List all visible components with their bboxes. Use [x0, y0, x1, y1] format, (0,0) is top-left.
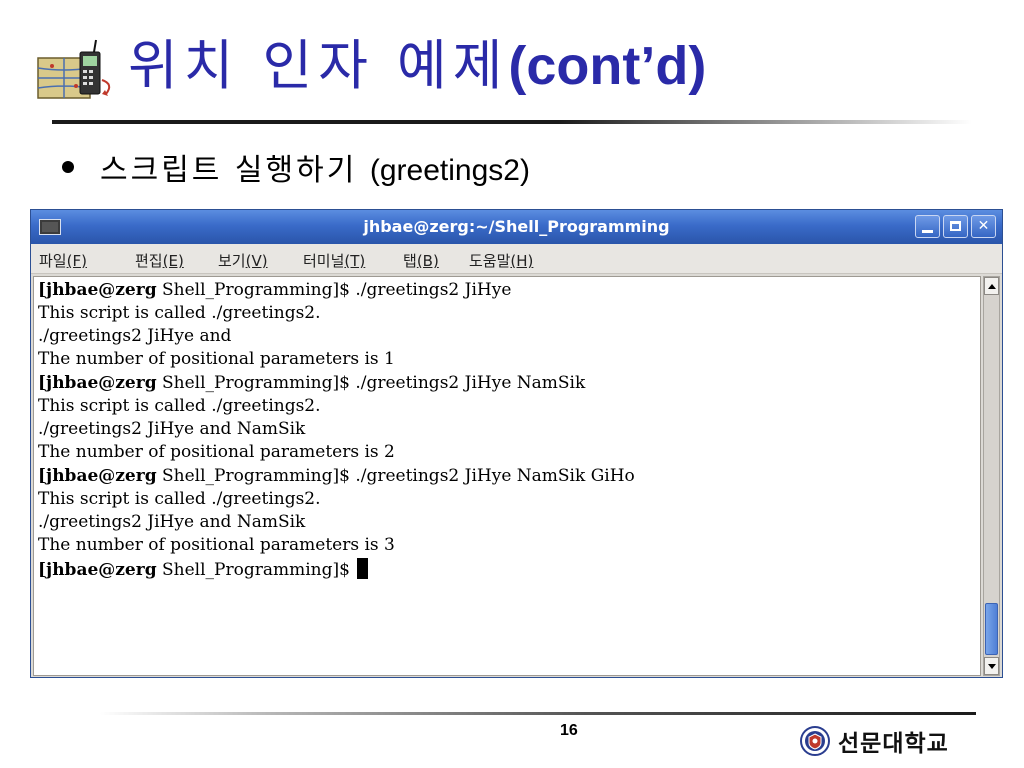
menu-help-mnemonic: (H) — [510, 252, 534, 270]
arrow-down-icon — [988, 664, 996, 669]
menu-help[interactable]: 도움말(H) — [469, 250, 533, 271]
prompt-command: Shell_Programming]$ ./greetings2 JiHye N… — [156, 373, 586, 393]
prompt-host: [jhbae@zerg — [38, 466, 157, 486]
menu-terminal-mnemonic: (T) — [344, 252, 366, 270]
bullet-dot-icon — [62, 161, 74, 173]
phone-network-icon — [37, 39, 111, 99]
close-icon: ✕ — [977, 218, 990, 234]
terminal-line: [jhbae@zerg Shell_Programming]$ ./greeti… — [38, 279, 511, 301]
menu-edit-mnemonic: (E) — [162, 252, 184, 270]
terminal-line: This script is called ./greetings2. — [38, 489, 321, 509]
terminal-line: ./greetings2 JiHye and — [38, 326, 232, 346]
bullet-text-english: (greetings2) — [369, 154, 530, 187]
terminal-line: ./greetings2 JiHye and NamSik — [38, 419, 306, 439]
maximize-icon — [950, 221, 961, 231]
menu-terminal[interactable]: 터미널(T) — [303, 250, 365, 271]
close-button[interactable]: ✕ — [971, 215, 996, 238]
terminal-line: The number of positional parameters is 1 — [38, 349, 395, 369]
terminal-window: jhbae@zerg:~/Shell_Programming ✕ 파일(F) 편… — [30, 209, 1003, 678]
menu-tabs-label: 탭 — [403, 252, 417, 270]
slide-title-english: (cont’d) — [508, 36, 707, 96]
terminal-line: The number of positional parameters is 2 — [38, 442, 395, 462]
university-name: 선문대학교 — [838, 731, 949, 757]
terminal-line: [jhbae@zerg Shell_Programming]$ — [38, 558, 369, 581]
menu-file[interactable]: 파일(F) — [39, 250, 87, 271]
prompt-command: Shell_Programming]$ ./greetings2 JiHye — [156, 280, 512, 300]
minimize-icon — [922, 230, 933, 233]
footer-divider — [100, 712, 976, 715]
menu-tabs[interactable]: 탭(B) — [403, 250, 439, 271]
terminal-output[interactable]: [jhbae@zerg Shell_Programming]$ ./greeti… — [33, 276, 981, 676]
menu-terminal-label: 터미널 — [303, 252, 345, 270]
maximize-button[interactable] — [943, 215, 968, 238]
slide-title: 위치 인자 예제(cont’d) — [128, 30, 706, 102]
text-cursor — [357, 558, 369, 579]
title-divider — [52, 120, 972, 124]
terminal-line: ./greetings2 JiHye and NamSik — [38, 512, 306, 532]
menu-help-label: 도움말 — [469, 252, 511, 270]
menu-file-mnemonic: (F) — [66, 252, 87, 270]
scroll-down-button[interactable] — [984, 657, 999, 675]
menu-edit-label: 편집 — [135, 252, 163, 270]
scroll-thumb[interactable] — [985, 603, 998, 655]
slide-title-korean: 위치 인자 예제 — [128, 34, 509, 97]
prompt-command: Shell_Programming]$ — [156, 560, 356, 580]
menu-file-label: 파일 — [39, 252, 67, 270]
terminal-line: This script is called ./greetings2. — [38, 396, 321, 416]
minimize-button[interactable] — [915, 215, 940, 238]
menu-edit[interactable]: 편집(E) — [135, 250, 184, 271]
window-titlebar[interactable]: jhbae@zerg:~/Shell_Programming ✕ — [31, 210, 1002, 244]
prompt-host: [jhbae@zerg — [38, 560, 157, 580]
menu-view[interactable]: 보기(V) — [218, 250, 268, 271]
menu-tabs-mnemonic: (B) — [416, 252, 439, 270]
prompt-command: Shell_Programming]$ ./greetings2 JiHye N… — [156, 466, 635, 486]
arrow-up-icon — [988, 284, 996, 289]
prompt-host: [jhbae@zerg — [38, 280, 157, 300]
terminal-line: The number of positional parameters is 3 — [38, 535, 395, 555]
bullet-text-korean: 스크립트 실행하기 — [100, 153, 370, 188]
vertical-scrollbar[interactable] — [983, 276, 1000, 676]
menu-view-label: 보기 — [218, 252, 246, 270]
page-number: 16 — [560, 722, 578, 739]
bullet-item: 스크립트 실행하기 (greetings2) — [62, 145, 530, 189]
terminal-line: [jhbae@zerg Shell_Programming]$ ./greeti… — [38, 465, 635, 487]
terminal-line: [jhbae@zerg Shell_Programming]$ ./greeti… — [38, 372, 585, 394]
terminal-line: This script is called ./greetings2. — [38, 303, 321, 323]
scroll-up-button[interactable] — [984, 277, 999, 295]
university-seal-icon — [800, 726, 830, 756]
menu-view-mnemonic: (V) — [245, 252, 268, 270]
window-title: jhbae@zerg:~/Shell_Programming — [363, 217, 670, 236]
menu-bar: 파일(F) 편집(E) 보기(V) 터미널(T) 탭(B) 도움말(H) — [31, 244, 1002, 274]
prompt-host: [jhbae@zerg — [38, 373, 157, 393]
bullet-text: 스크립트 실행하기 (greetings2) — [100, 145, 530, 189]
